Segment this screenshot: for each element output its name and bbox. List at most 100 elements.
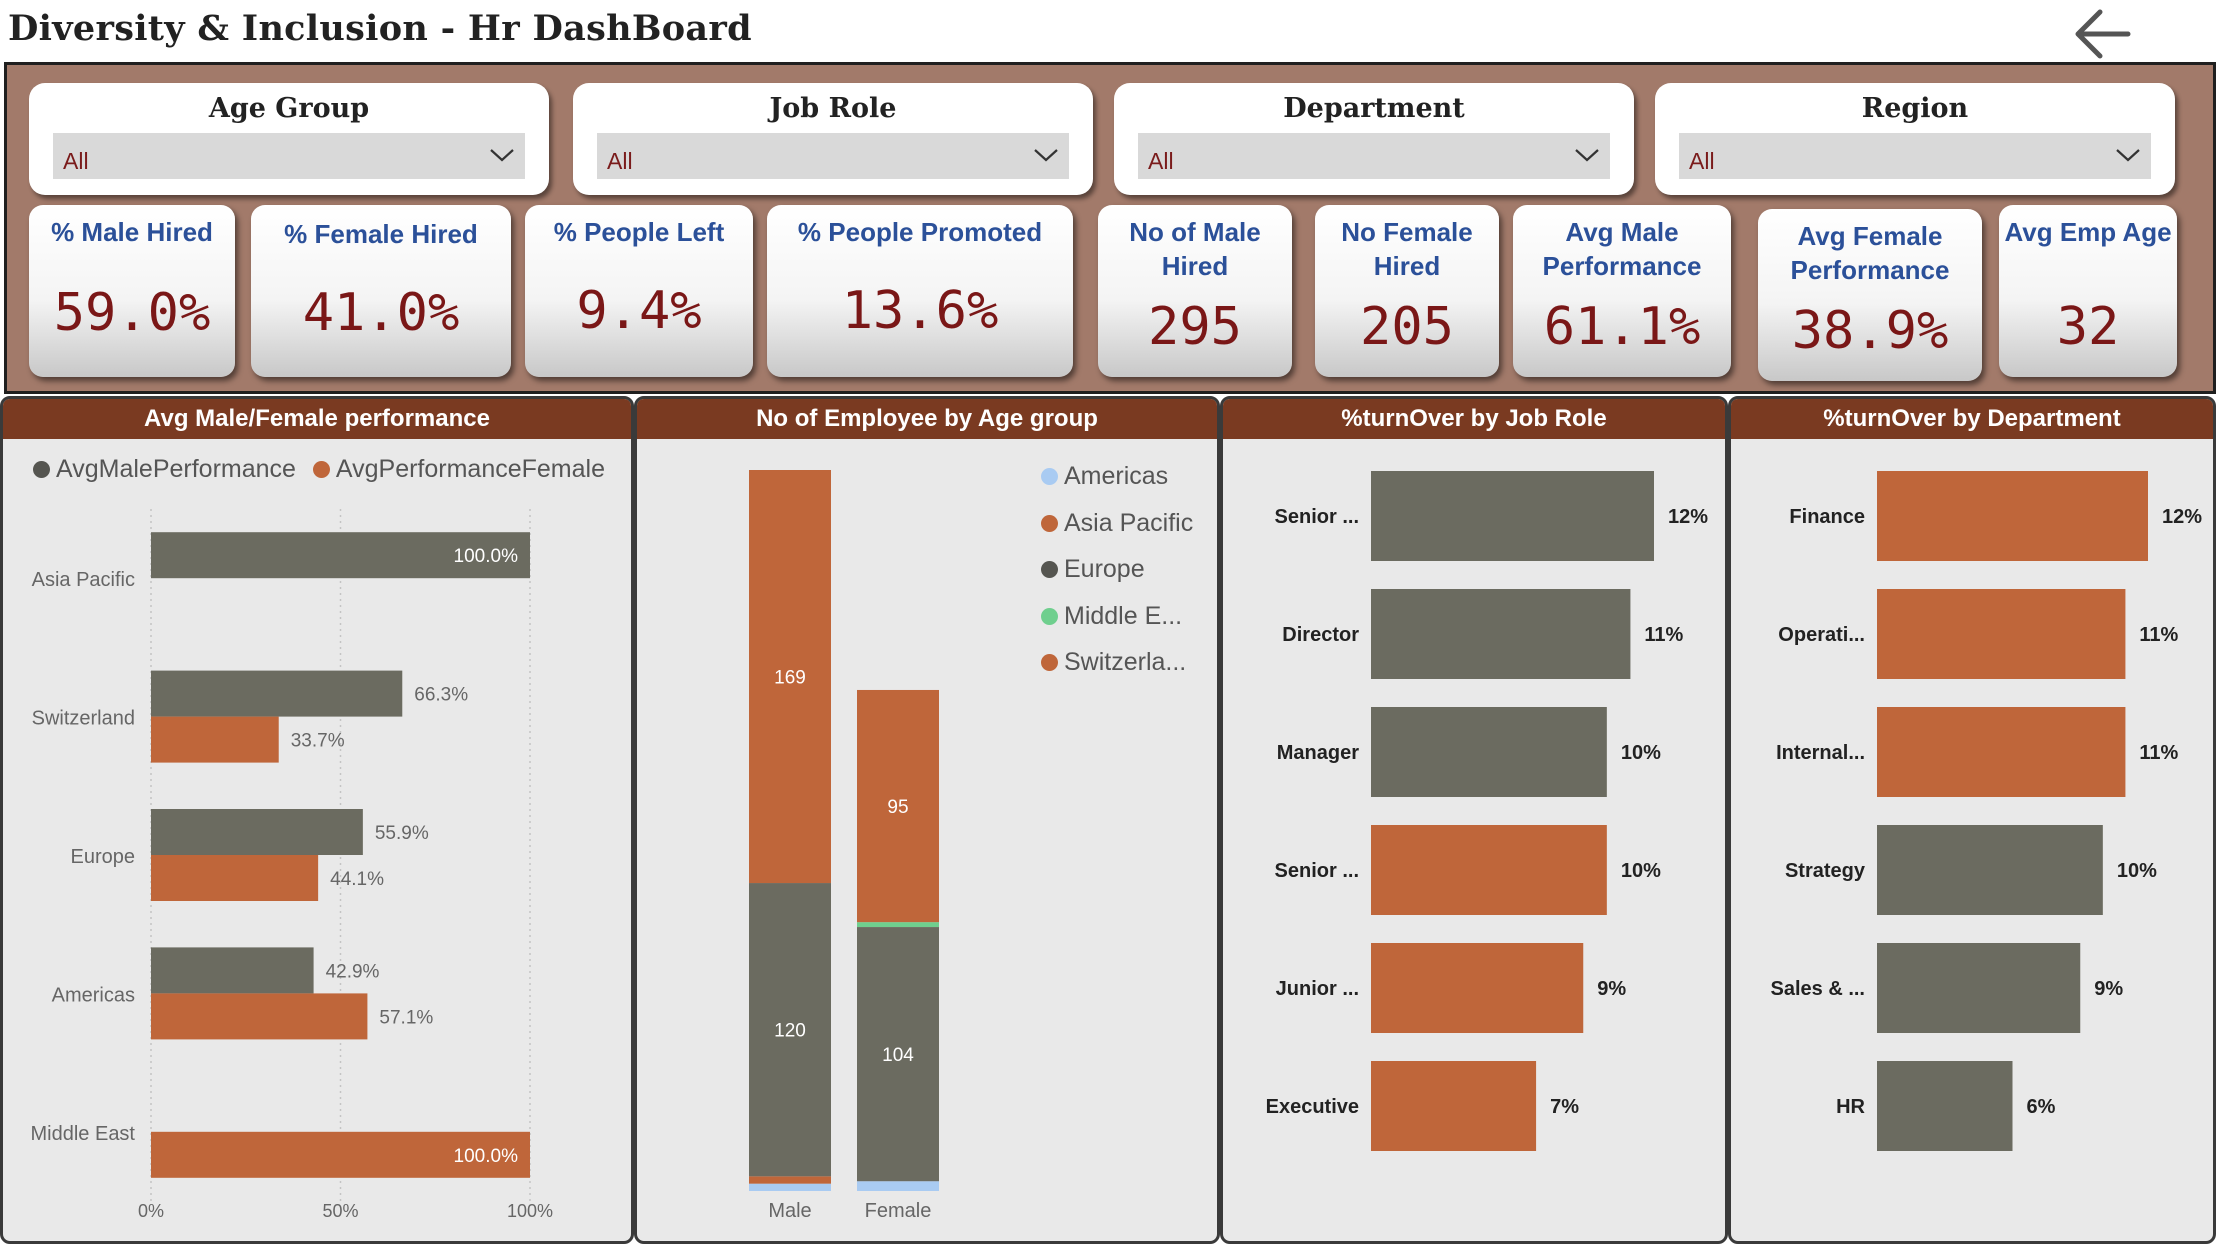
legend-label: Europe (1064, 555, 1145, 583)
chart-panel-performance: Avg Male/Female performance AvgMalePerfo… (0, 396, 634, 1244)
data-label: 11% (2139, 742, 2178, 764)
kpi-label: No of Male Hired (1129, 217, 1261, 281)
kpi-card-female-hired-pct: % Female Hired 41.0% (251, 205, 511, 377)
data-label: 12% (1668, 506, 1708, 528)
legend-label: Asia Pacific (1064, 508, 1194, 537)
legend-item-middle-east[interactable]: Middle E... (1041, 593, 1193, 640)
bar-male (151, 809, 363, 855)
data-label: 9% (1597, 978, 1626, 1000)
header-band: Age Group All Job Role All Department Al… (4, 62, 2216, 394)
slicer-region: Region All (1655, 83, 2175, 195)
chevron-down-icon (1034, 149, 1058, 162)
data-label: 10% (2117, 860, 2157, 882)
data-label: 66.3% (414, 685, 468, 706)
job-role-dropdown[interactable]: All (597, 133, 1069, 179)
y-category-label: Asia Pacific (32, 569, 135, 591)
data-label: 95 (887, 797, 908, 818)
data-label: 44.1% (330, 869, 384, 890)
chevron-down-icon (2116, 149, 2140, 162)
bar (1371, 943, 1584, 1033)
dropdown-value: All (607, 148, 633, 174)
bar (1371, 707, 1607, 797)
kpi-label: % Male Hired (51, 217, 213, 247)
slicer-label: Job Role (769, 93, 897, 124)
performance-bar-chart: 0% 50% 100% Asia Pacific 100.0% Switzerland 66… (31, 509, 553, 1221)
kpi-card-avg-female-performance: Avg Female Performance 38.9% (1758, 209, 1982, 381)
chart-title: %turnOver by Department (1731, 399, 2213, 439)
data-label: 42.9% (326, 961, 380, 982)
legend-item-switzerland[interactable]: Switzerla... (1041, 639, 1193, 686)
x-tick-label: 50% (322, 1201, 358, 1221)
chevron-down-icon (490, 149, 514, 162)
title-bar: Diversity & Inclusion - Hr DashBoard (0, 0, 2216, 62)
data-label: 7% (1550, 1096, 1579, 1118)
bar (1877, 943, 2081, 1033)
stacked-segment (749, 1183, 831, 1191)
bar (1371, 1061, 1537, 1151)
chart-title: No of Employee by Age group (637, 399, 1217, 439)
legend-dot-icon (1041, 468, 1058, 485)
slicer-age-group: Age Group All (29, 83, 549, 195)
data-label: 104 (882, 1045, 914, 1066)
data-label: 10% (1621, 742, 1661, 764)
x-category-label: Female (865, 1200, 932, 1222)
y-category-label: Strategy (1785, 860, 1866, 882)
age-group-dropdown[interactable]: All (53, 133, 525, 179)
region-dropdown[interactable]: All (1679, 133, 2151, 179)
y-category-label: Europe (71, 846, 136, 868)
data-label: 9% (2094, 978, 2123, 1000)
kpi-card-male-hired-count: No of Male Hired 295 (1098, 205, 1292, 377)
stacked-segment (857, 1181, 939, 1191)
kpi-card-male-hired-pct: % Male Hired 59.0% (29, 205, 235, 377)
dashboard-title: Diversity & Inclusion - Hr DashBoard (8, 8, 752, 49)
data-label: 100.0% (454, 1146, 519, 1167)
slicer-label: Department (1283, 93, 1465, 124)
chart-title: %turnOver by Job Role (1223, 399, 1725, 439)
kpi-label: No Female Hired (1341, 217, 1473, 281)
kpi-value: 205 (1360, 297, 1454, 357)
kpi-label: % People Promoted (797, 217, 1043, 247)
chart-legend: Americas Asia Pacific Europe Middle E...… (1041, 453, 1193, 686)
stacked-segment (857, 922, 939, 928)
bar (1371, 589, 1631, 679)
dropdown-value: All (1689, 148, 1715, 174)
y-category-label: Sales & ... (1771, 978, 1866, 1000)
legend-item-europe[interactable]: Europe (1041, 546, 1193, 593)
data-label: 120 (774, 1021, 806, 1042)
legend-label: Middle E... (1064, 601, 1183, 630)
bar (1877, 471, 2148, 561)
data-label: 100.0% (454, 546, 519, 567)
data-label: 12% (2162, 506, 2202, 528)
stacked-segment (749, 1176, 831, 1184)
kpi-value: 38.9% (1791, 301, 1949, 361)
slicer-department: Department All (1114, 83, 1634, 195)
bar-female (151, 716, 279, 763)
back-arrow-icon[interactable] (2070, 4, 2134, 64)
chart-panel-turnover-job-role: %turnOver by Job Role Senior ... 12% Direc… (1220, 396, 1728, 1244)
dropdown-value: All (1148, 148, 1174, 174)
y-category-label: Senior ... (1275, 860, 1359, 882)
y-category-label: Director (1282, 624, 1359, 646)
bar (1371, 825, 1607, 915)
department-dropdown[interactable]: All (1138, 133, 1610, 179)
y-category-label: Operati... (1778, 624, 1865, 646)
data-label: 6% (2027, 1096, 2056, 1118)
legend-item-asia-pacific[interactable]: Asia Pacific (1041, 500, 1193, 547)
kpi-value: 41.0% (302, 283, 460, 343)
slicer-label: Region (1861, 93, 1969, 124)
kpi-value: 9.4% (576, 281, 702, 341)
bar (1877, 707, 2126, 797)
y-category-label: Finance (1789, 506, 1865, 528)
chevron-down-icon (1575, 149, 1599, 162)
bar-male (151, 947, 314, 994)
bar (1371, 471, 1654, 561)
legend-item-americas[interactable]: Americas (1041, 453, 1193, 500)
kpi-card-avg-emp-age: Avg Emp Age 32 (1999, 205, 2177, 377)
data-label: 55.9% (375, 823, 429, 844)
data-label: 169 (774, 668, 806, 689)
kpi-label: Avg Male Performance (1542, 217, 1702, 281)
data-label: 33.7% (291, 731, 345, 752)
turnover-department-chart: Finance 12% Operati... 11% Internal... 11% Str… (1771, 471, 2202, 1151)
kpi-card-avg-male-performance: Avg Male Performance 61.1% (1513, 205, 1731, 377)
x-category-label: Male (768, 1200, 811, 1222)
